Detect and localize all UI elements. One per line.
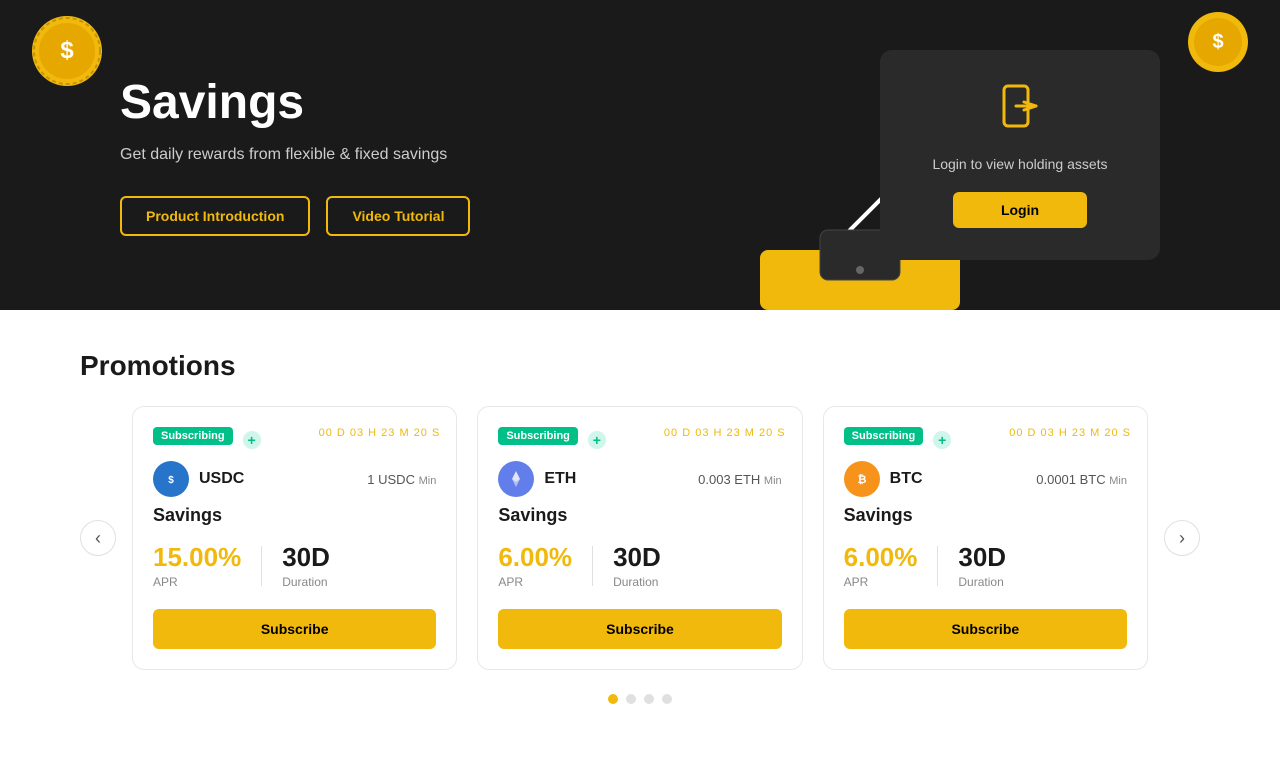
timer-eth: 00 D 03 H 23 M 20 S xyxy=(664,427,786,439)
login-text: Login to view holding assets xyxy=(904,156,1136,172)
promo-card-eth: Subscribing + 00 D 03 H 23 M 20 S ETH 0.… xyxy=(477,406,802,670)
promotions-section: Promotions ‹ Subscribing + 00 D 03 H 23 … xyxy=(0,310,1280,764)
hero-subtitle: Get daily rewards from flexible & fixed … xyxy=(120,146,840,164)
promo-card-btc: Subscribing + 00 D 03 H 23 M 20 S ₿ BTC … xyxy=(823,406,1148,670)
product-intro-button[interactable]: Product Introduction xyxy=(120,196,310,236)
apr-stat-eth: 6.00% APR xyxy=(498,542,572,589)
carousel-dots xyxy=(80,694,1200,704)
coin-right-decoration: $ xyxy=(1188,12,1248,72)
min-amount-btc: 0.0001 BTC Min xyxy=(1036,472,1127,487)
eth-icon xyxy=(498,461,534,497)
promo-card-usdc: Subscribing + 00 D 03 H 23 M 20 S $ USDC… xyxy=(132,406,457,670)
savings-label-btc: Savings xyxy=(844,505,1127,526)
carousel-wrapper: ‹ Subscribing + 00 D 03 H 23 M 20 S $ xyxy=(80,406,1200,670)
stat-divider-btc xyxy=(937,546,938,586)
stat-divider-usdc xyxy=(261,546,262,586)
carousel-prev-button[interactable]: ‹ xyxy=(80,520,116,556)
stats-row-eth: 6.00% APR 30D Duration xyxy=(498,542,781,589)
btc-icon: ₿ xyxy=(844,461,880,497)
token-name-usdc: USDC xyxy=(199,470,244,488)
token-info-eth: ETH xyxy=(498,461,576,497)
apr-stat-usdc: 15.00% APR xyxy=(153,542,241,589)
duration-stat-usdc: 30D Duration xyxy=(282,542,330,589)
coin-left-decoration: $ xyxy=(32,16,102,86)
stats-row-btc: 6.00% APR 30D Duration xyxy=(844,542,1127,589)
subscribing-badge-eth: Subscribing xyxy=(498,427,578,445)
svg-text:$: $ xyxy=(60,37,74,64)
subscribing-badge-btc: Subscribing xyxy=(844,427,924,445)
subscribe-button-eth[interactable]: Subscribe xyxy=(498,609,781,649)
login-icon xyxy=(904,82,1136,140)
dot-4[interactable] xyxy=(662,694,672,704)
usdc-icon: $ xyxy=(153,461,189,497)
dot-2[interactable] xyxy=(626,694,636,704)
subscribe-button-btc[interactable]: Subscribe xyxy=(844,609,1127,649)
token-row-eth: ETH 0.003 ETH Min xyxy=(498,461,781,497)
token-row-usdc: $ USDC 1 USDC Min xyxy=(153,461,436,497)
hero-content: Savings Get daily rewards from flexible … xyxy=(120,75,840,236)
login-card: Login to view holding assets Login xyxy=(880,50,1160,260)
stats-row-usdc: 15.00% APR 30D Duration xyxy=(153,542,436,589)
carousel-next-button[interactable]: › xyxy=(1164,520,1200,556)
svg-text:$: $ xyxy=(168,475,174,486)
cards-container: Subscribing + 00 D 03 H 23 M 20 S $ USDC… xyxy=(132,406,1148,670)
duration-stat-btc: 30D Duration xyxy=(958,542,1006,589)
promotions-title: Promotions xyxy=(80,350,1200,382)
svg-text:$: $ xyxy=(1212,31,1223,53)
hero-title: Savings xyxy=(120,75,840,130)
dot-3[interactable] xyxy=(644,694,654,704)
plus-icon-btc: + xyxy=(933,431,951,449)
plus-icon-eth: + xyxy=(588,431,606,449)
apr-stat-btc: 6.00% APR xyxy=(844,542,918,589)
savings-label-eth: Savings xyxy=(498,505,781,526)
min-amount-usdc: 1 USDC Min xyxy=(367,472,436,487)
plus-icon-usdc: + xyxy=(243,431,261,449)
stat-divider-eth xyxy=(592,546,593,586)
token-name-eth: ETH xyxy=(544,470,576,488)
dot-1[interactable] xyxy=(608,694,618,704)
hero-buttons: Product Introduction Video Tutorial xyxy=(120,196,840,236)
video-tutorial-button[interactable]: Video Tutorial xyxy=(326,196,470,236)
timer-usdc: 00 D 03 H 23 M 20 S xyxy=(319,427,441,439)
svg-text:₿: ₿ xyxy=(857,474,866,486)
min-amount-eth: 0.003 ETH Min xyxy=(698,472,782,487)
subscribing-badge-usdc: Subscribing xyxy=(153,427,233,445)
token-info-btc: ₿ BTC xyxy=(844,461,923,497)
token-row-btc: ₿ BTC 0.0001 BTC Min xyxy=(844,461,1127,497)
subscribe-button-usdc[interactable]: Subscribe xyxy=(153,609,436,649)
timer-btc: 00 D 03 H 23 M 20 S xyxy=(1009,427,1131,439)
token-info-usdc: $ USDC xyxy=(153,461,244,497)
token-name-btc: BTC xyxy=(890,470,923,488)
savings-label-usdc: Savings xyxy=(153,505,436,526)
hero-section: $ $ Savings Get daily rewards from flexi… xyxy=(0,0,1280,310)
login-button[interactable]: Login xyxy=(953,192,1087,228)
duration-stat-eth: 30D Duration xyxy=(613,542,661,589)
